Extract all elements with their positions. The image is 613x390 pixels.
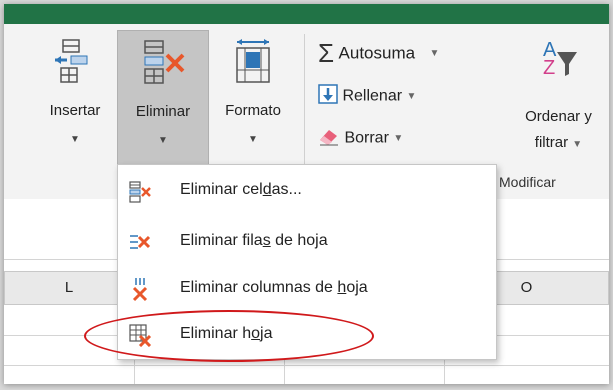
label-accel: h: [337, 279, 347, 296]
label-part: Eliminar fila: [180, 232, 263, 249]
sort-filter-label-line2-wrap: filtrar ▼: [508, 134, 609, 151]
menu-item-delete-rows[interactable]: Eliminar filas de hoja: [118, 222, 496, 262]
fill-down-icon: [318, 84, 338, 109]
title-bar: [4, 4, 609, 24]
menu-item-delete-cells[interactable]: Eliminar celdas...: [118, 171, 496, 211]
menu-item-delete-columns[interactable]: Eliminar columnas de hoja: [118, 269, 496, 309]
delete-button[interactable]: Eliminar ▼: [117, 30, 209, 168]
fill-dropdown-arrow-icon: ▼: [406, 91, 417, 102]
column-header-l-label: L: [64, 279, 74, 296]
fill-label: Rellenar: [342, 87, 403, 105]
delete-columns-icon: [128, 277, 152, 308]
label-part: Eliminar h: [180, 325, 252, 342]
menu-item-delete-sheet[interactable]: Eliminar hoja: [118, 315, 496, 355]
menu-item-label: Eliminar columnas de hoja: [180, 279, 368, 297]
delete-sheet-icon: [128, 323, 152, 352]
insert-button[interactable]: Insertar ▼: [34, 30, 116, 168]
format-label: Formato: [225, 102, 281, 119]
delete-rows-icon: [128, 230, 152, 259]
label-part: Eliminar cel: [180, 181, 263, 198]
label-accel: d: [262, 181, 272, 198]
eraser-icon: [318, 126, 340, 151]
menu-item-label: Eliminar celdas...: [180, 181, 302, 199]
group-separator: [304, 34, 305, 184]
editing-group-label: Modificar: [499, 174, 556, 190]
insert-dropdown-arrow-icon: ▼: [70, 134, 80, 145]
clear-dropdown-arrow-icon: ▼: [393, 133, 404, 144]
delete-cells-big-icon: [139, 39, 187, 91]
clear-button[interactable]: Borrar ▼: [318, 126, 403, 154]
excel-window: Insertar ▼ Eliminar ▼ Formato ▼ Σ Autosu…: [4, 4, 609, 384]
sort-filter-label-line2: filtrar: [534, 134, 569, 151]
sort-filter-icon: A Z: [535, 34, 583, 86]
fill-button[interactable]: Rellenar ▼: [318, 84, 416, 112]
label-part: Eliminar columnas de: [180, 279, 338, 296]
label-part: as...: [271, 181, 302, 198]
sigma-icon: Σ: [318, 38, 335, 68]
format-button[interactable]: Formato ▼: [210, 30, 296, 168]
label-accel: s: [262, 232, 271, 249]
column-header-o-label: O: [520, 279, 533, 296]
format-cells-icon: [229, 38, 277, 90]
label-part: ja: [260, 325, 273, 342]
insert-label: Insertar: [49, 102, 101, 119]
column-header-l[interactable]: L: [4, 271, 134, 305]
sort-filter-label-line1: Ordenar y: [525, 108, 592, 125]
sort-filter-button[interactable]: A Z Ordenar y filtrar ▼: [508, 30, 609, 168]
delete-cells-icon: [128, 179, 152, 208]
label-part: oja: [346, 279, 368, 296]
autosum-dropdown-arrow-icon: ▼: [429, 48, 440, 59]
autosum-label: Autosuma: [338, 43, 416, 63]
format-dropdown-arrow-icon: ▼: [248, 134, 258, 145]
delete-label: Eliminar: [135, 103, 191, 120]
clear-label: Borrar: [344, 129, 389, 147]
menu-item-label: Eliminar hoja: [180, 325, 273, 343]
delete-dropdown-arrow-icon: ▼: [158, 135, 168, 146]
sort-filter-dropdown-arrow-icon: ▼: [572, 139, 583, 150]
delete-dropdown-menu: Eliminar celdas... Eliminar filas de hoj…: [117, 164, 497, 360]
insert-cells-icon: [51, 38, 99, 90]
menu-item-label: Eliminar filas de hoja: [180, 232, 328, 250]
label-accel: o: [251, 325, 261, 342]
svg-text:Z: Z: [543, 57, 555, 79]
autosum-button[interactable]: Σ Autosuma ▼: [318, 38, 440, 68]
label-part: de hoja: [270, 232, 328, 249]
